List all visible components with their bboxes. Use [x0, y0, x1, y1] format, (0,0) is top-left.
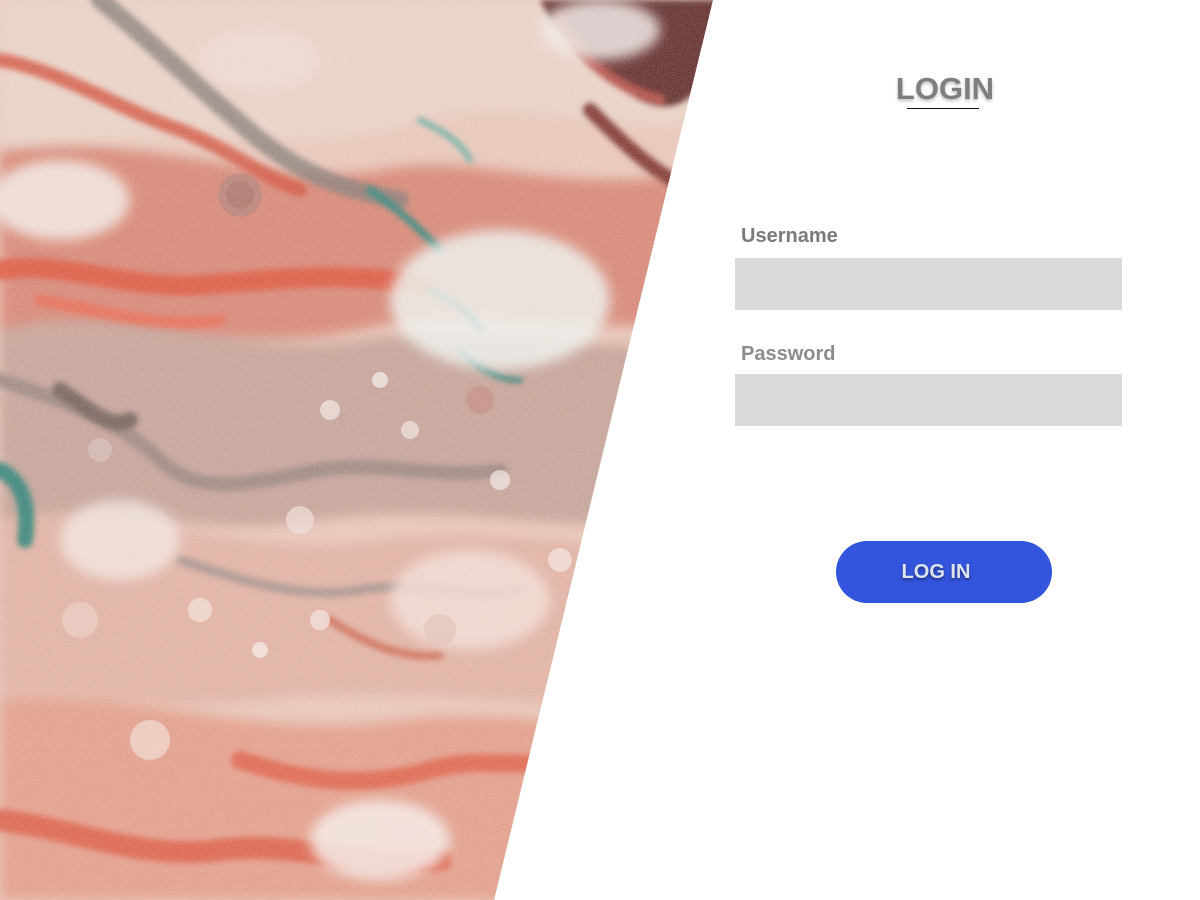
title-underline [907, 108, 979, 109]
log-in-button[interactable]: LOG IN [836, 541, 1052, 603]
page-title: LOGIN [895, 71, 995, 106]
marble-texture-image [0, 0, 713, 900]
log-in-button-label: LOG IN [901, 560, 971, 583]
password-input[interactable] [735, 374, 1122, 426]
login-page: LOGIN Username Password LOG IN [0, 0, 1200, 900]
username-label: Username [741, 225, 838, 247]
password-label: Password [741, 343, 836, 365]
username-input[interactable] [735, 258, 1122, 310]
marble-texture-svg [0, 0, 713, 900]
